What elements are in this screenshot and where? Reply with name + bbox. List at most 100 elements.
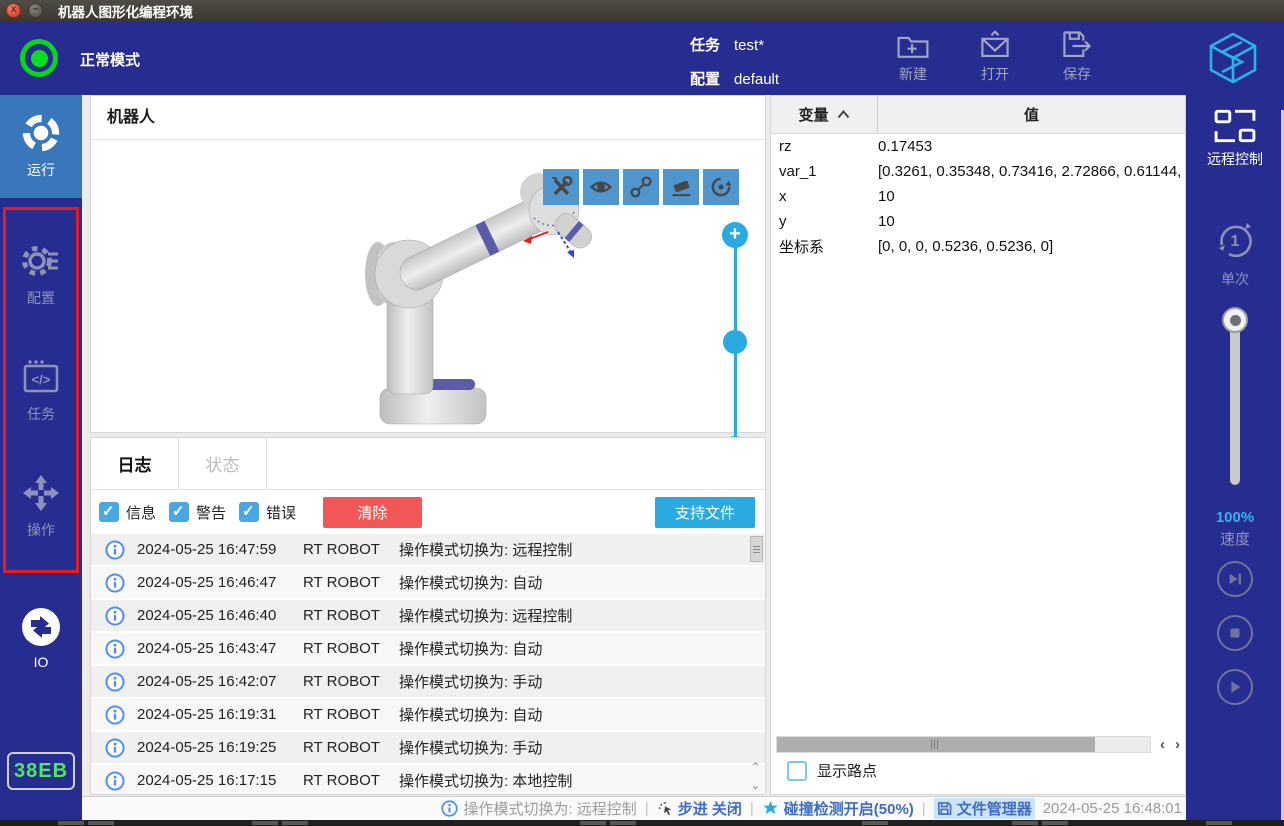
play-button[interactable] (1217, 669, 1253, 705)
collision-detection-toggle[interactable]: 碰撞检测开启(50%) (762, 798, 914, 819)
mode-indicator-icon (20, 39, 58, 77)
sidebar-item-run[interactable]: 运行 (0, 95, 82, 198)
variable-row[interactable]: x 10 (771, 184, 1185, 209)
robot-toolbar (543, 169, 739, 205)
hscrollbar-thumb[interactable] (777, 737, 1095, 752)
sidebar-item-task[interactable]: </> 任务 (6, 346, 76, 434)
rotate-view-button[interactable] (703, 169, 739, 205)
variable-name: 坐标系 (779, 236, 878, 257)
header: 正常模式 任务test* 配置default 新建 打开 (0, 21, 1284, 95)
log-message: 操作模式切换为: 远程控制 (399, 539, 765, 560)
left-sidebar: 运行 配置 </> 任务 (0, 95, 82, 826)
new-folder-icon (895, 28, 931, 64)
log-row[interactable]: 2024-05-25 16:43:47 RT ROBOT 操作模式切换为: 自动 (91, 633, 765, 666)
slider-track[interactable] (1230, 317, 1240, 485)
variable-name: var_1 (779, 163, 878, 180)
scroll-right-icon[interactable]: › (1175, 736, 1180, 753)
close-icon[interactable]: x (6, 3, 21, 18)
remote-control-button[interactable]: 远程控制 (1186, 109, 1284, 169)
variable-value: 10 (878, 188, 1185, 205)
minimize-icon[interactable]: – (28, 3, 43, 18)
log-time: 2024-05-25 16:46:47 (137, 574, 303, 591)
scroll-left-icon[interactable]: ‹ (1160, 736, 1165, 753)
log-scrollbar[interactable] (750, 536, 763, 792)
sidebar-item-io[interactable]: IO (0, 593, 82, 683)
window-title: 机器人图形化编程环境 (58, 1, 193, 21)
variable-value: 10 (878, 213, 1185, 230)
stop-button[interactable] (1217, 615, 1253, 651)
log-time: 2024-05-25 16:46:40 (137, 607, 303, 624)
step-mode-toggle[interactable]: 步进 关闭 (657, 798, 742, 819)
eraser-button[interactable] (663, 169, 699, 205)
status-bar: 操作模式切换为: 远程控制 | 步进 关闭 | 碰撞检测开启(50%) | 文件… (82, 796, 1186, 820)
filter-info-checkbox[interactable]: 信息 (99, 502, 156, 523)
single-cycle-icon: 1 (1212, 217, 1258, 263)
zoom-slider-handle[interactable] (723, 330, 747, 354)
sort-caret-up-icon (837, 110, 850, 119)
log-row[interactable]: 2024-05-25 16:17:15 RT ROBOT 操作模式切换为: 本地… (91, 765, 765, 795)
variable-row[interactable]: 坐标系 [0, 0, 0, 0.5236, 0.5236, 0] (771, 234, 1185, 259)
tools-button[interactable] (543, 169, 579, 205)
log-message: 操作模式切换为: 远程控制 (399, 605, 765, 626)
support-file-button[interactable]: 支持文件 (655, 497, 755, 528)
hscroll-arrows: ‹ › (1160, 736, 1180, 753)
speed-slider (1186, 307, 1284, 487)
step-forward-button[interactable] (1217, 561, 1253, 597)
tools-icon (549, 175, 573, 199)
titlebar: x – 机器人图形化编程环境 (0, 0, 1284, 21)
info-icon (105, 771, 125, 791)
remote-control-icon (1214, 109, 1256, 143)
log-row[interactable]: 2024-05-25 16:46:40 RT ROBOT 操作模式切换为: 远程… (91, 600, 765, 633)
tab-status[interactable]: 状态 (179, 438, 267, 489)
new-button[interactable]: 新建 (880, 28, 946, 90)
log-source: RT ROBOT (303, 706, 399, 723)
stop-icon (1226, 624, 1244, 642)
save-button[interactable]: 保存 (1044, 28, 1110, 90)
checkbox-icon (787, 761, 807, 781)
sidebar-item-config[interactable]: 配置 (6, 230, 76, 318)
log-row[interactable]: 2024-05-25 16:42:07 RT ROBOT 操作模式切换为: 手动 (91, 666, 765, 699)
io-icon (21, 607, 61, 647)
visibility-button[interactable] (583, 169, 619, 205)
log-list: 2024-05-25 16:47:59 RT ROBOT 操作模式切换为: 远程… (91, 534, 765, 795)
config-label: 配置 (690, 71, 720, 88)
play-icon (1226, 678, 1244, 696)
open-button[interactable]: 打开 (962, 28, 1028, 90)
path-button[interactable] (623, 169, 659, 205)
show-waypoints-checkbox[interactable]: 显示路点 (787, 760, 877, 781)
sidebar-item-operate[interactable]: 操作 (6, 462, 76, 550)
scrollbar-thumb[interactable] (750, 536, 763, 562)
app-logo-icon (1208, 32, 1258, 84)
info-icon (105, 705, 125, 725)
status-mode-message: 操作模式切换为: 远程控制 (441, 798, 636, 819)
zoom-in-button[interactable]: + (722, 222, 748, 248)
log-row[interactable]: 2024-05-25 16:19:31 RT ROBOT 操作模式切换为: 自动 (91, 699, 765, 732)
variables-hscrollbar[interactable] (776, 736, 1151, 753)
variables-panel: 变量 值 rz 0.17453 var_1 [0.3261, 0.35348, … (770, 95, 1186, 795)
log-row[interactable]: 2024-05-25 16:19:25 RT ROBOT 操作模式切换为: 手动 (91, 732, 765, 765)
variable-row[interactable]: y 10 (771, 209, 1185, 234)
log-tabs: 日志 状态 (91, 438, 765, 490)
log-time: 2024-05-25 16:17:15 (137, 772, 303, 789)
variable-row[interactable]: var_1 [0.3261, 0.35348, 0.73416, 2.72866… (771, 159, 1185, 184)
task-label: 任务 (690, 37, 720, 54)
variable-value: [0, 0, 0, 0.5236, 0.5236, 0] (878, 238, 1185, 255)
scroll-up-icon[interactable]: ⌃ (748, 760, 763, 774)
variable-row[interactable]: rz 0.17453 (771, 134, 1185, 159)
log-message: 操作模式切换为: 本地控制 (399, 770, 765, 791)
variable-value: 0.17453 (878, 138, 1185, 155)
log-row[interactable]: 2024-05-25 16:46:47 RT ROBOT 操作模式切换为: 自动 (91, 567, 765, 600)
tab-log[interactable]: 日志 (91, 438, 179, 489)
log-row[interactable]: 2024-05-25 16:47:59 RT ROBOT 操作模式切换为: 远程… (91, 534, 765, 567)
clear-button[interactable]: 清除 (323, 497, 422, 528)
file-manager-button[interactable]: 文件管理器 (934, 798, 1035, 819)
rotate-icon (709, 175, 733, 199)
filter-warning-checkbox[interactable]: 警告 (169, 502, 226, 523)
column-variable[interactable]: 变量 (771, 96, 878, 133)
info-icon (105, 738, 125, 758)
filter-error-checkbox[interactable]: 错误 (239, 502, 296, 523)
slider-handle[interactable] (1222, 307, 1248, 333)
eraser-icon (669, 175, 693, 199)
scroll-down-icon[interactable]: ⌄ (748, 778, 763, 792)
single-cycle-button[interactable]: 1 单次 (1186, 217, 1284, 289)
